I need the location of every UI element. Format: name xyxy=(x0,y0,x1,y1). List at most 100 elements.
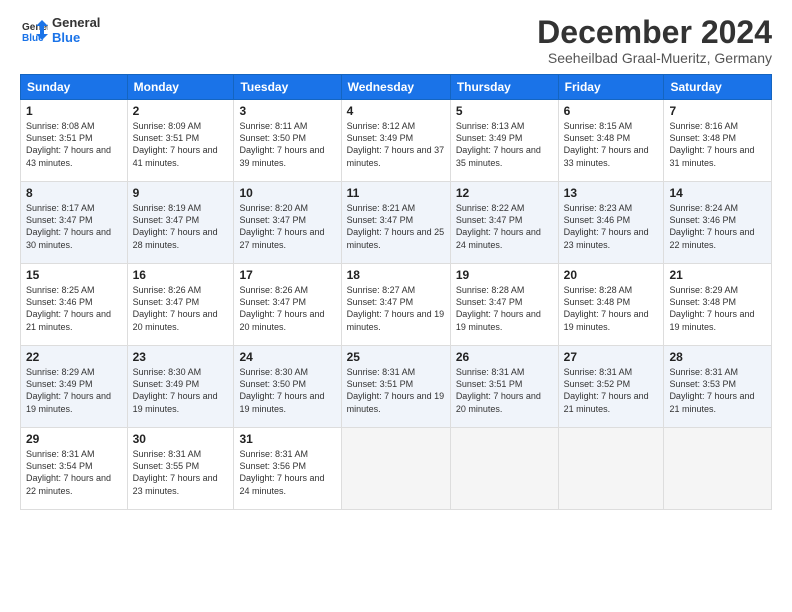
table-row: 14 Sunrise: 8:24 AMSunset: 3:46 PMDayligh… xyxy=(664,182,772,264)
calendar: Sunday Monday Tuesday Wednesday Thursday… xyxy=(20,74,772,510)
cell-content: Sunrise: 8:12 AMSunset: 3:49 PMDaylight:… xyxy=(347,120,445,169)
logo-icon: General Blue xyxy=(20,16,48,44)
day-number: 14 xyxy=(669,186,766,200)
col-sunday: Sunday xyxy=(21,75,128,100)
day-number: 15 xyxy=(26,268,122,282)
day-number: 26 xyxy=(456,350,553,364)
cell-content: Sunrise: 8:31 AMSunset: 3:56 PMDaylight:… xyxy=(239,448,335,497)
cell-content: Sunrise: 8:31 AMSunset: 3:55 PMDaylight:… xyxy=(133,448,229,497)
table-row: 15Sunrise: 8:25 AMSunset: 3:46 PMDayligh… xyxy=(21,264,128,346)
logo-blue: Blue xyxy=(52,30,100,45)
day-number: 18 xyxy=(347,268,445,282)
col-wednesday: Wednesday xyxy=(341,75,450,100)
day-number: 11 xyxy=(347,186,445,200)
table-row: 16 Sunrise: 8:26 AMSunset: 3:47 PMDayligh… xyxy=(127,264,234,346)
day-number: 22 xyxy=(26,350,122,364)
calendar-week-row: 29Sunrise: 8:31 AMSunset: 3:54 PMDayligh… xyxy=(21,428,772,510)
cell-content: Sunrise: 8:24 AMSunset: 3:46 PMDaylight:… xyxy=(669,202,766,251)
table-row: 23 Sunrise: 8:30 AMSunset: 3:49 PMDayligh… xyxy=(127,346,234,428)
cell-content: Sunrise: 8:30 AMSunset: 3:50 PMDaylight:… xyxy=(239,366,335,415)
table-row: 4 Sunrise: 8:12 AMSunset: 3:49 PMDaylight… xyxy=(341,100,450,182)
day-number: 19 xyxy=(456,268,553,282)
day-number: 25 xyxy=(347,350,445,364)
col-friday: Friday xyxy=(558,75,664,100)
cell-content: Sunrise: 8:26 AMSunset: 3:47 PMDaylight:… xyxy=(133,284,229,333)
calendar-week-row: 15Sunrise: 8:25 AMSunset: 3:46 PMDayligh… xyxy=(21,264,772,346)
calendar-week-row: 8 Sunrise: 8:17 AMSunset: 3:47 PMDaylight… xyxy=(21,182,772,264)
table-row xyxy=(558,428,664,510)
cell-content: Sunrise: 8:17 AMSunset: 3:47 PMDaylight:… xyxy=(26,202,122,251)
table-row: 7 Sunrise: 8:16 AMSunset: 3:48 PMDaylight… xyxy=(664,100,772,182)
table-row: 1Sunrise: 8:08 AMSunset: 3:51 PMDaylight… xyxy=(21,100,128,182)
table-row: 9 Sunrise: 8:19 AMSunset: 3:47 PMDaylight… xyxy=(127,182,234,264)
day-number: 10 xyxy=(239,186,335,200)
table-row xyxy=(450,428,558,510)
day-number: 7 xyxy=(669,104,766,118)
table-row xyxy=(341,428,450,510)
table-row: 30 Sunrise: 8:31 AMSunset: 3:55 PMDayligh… xyxy=(127,428,234,510)
day-number: 31 xyxy=(239,432,335,446)
day-number: 16 xyxy=(133,268,229,282)
day-number: 12 xyxy=(456,186,553,200)
day-number: 6 xyxy=(564,104,659,118)
table-row: 12 Sunrise: 8:22 AMSunset: 3:47 PMDayligh… xyxy=(450,182,558,264)
day-number: 23 xyxy=(133,350,229,364)
cell-content: Sunrise: 8:30 AMSunset: 3:49 PMDaylight:… xyxy=(133,366,229,415)
cell-content: Sunrise: 8:11 AMSunset: 3:50 PMDaylight:… xyxy=(239,120,335,169)
logo: General Blue General Blue xyxy=(20,15,100,45)
col-thursday: Thursday xyxy=(450,75,558,100)
table-row: 10Sunrise: 8:20 AMSunset: 3:47 PMDayligh… xyxy=(234,182,341,264)
cell-content: Sunrise: 8:31 AMSunset: 3:53 PMDaylight:… xyxy=(669,366,766,415)
day-number: 9 xyxy=(133,186,229,200)
day-number: 20 xyxy=(564,268,659,282)
day-number: 29 xyxy=(26,432,122,446)
calendar-header-row: Sunday Monday Tuesday Wednesday Thursday… xyxy=(21,75,772,100)
cell-content: Sunrise: 8:15 AMSunset: 3:48 PMDaylight:… xyxy=(564,120,659,169)
col-monday: Monday xyxy=(127,75,234,100)
logo-general: General xyxy=(52,15,100,30)
location: Seeheilbad Graal-Mueritz, Germany xyxy=(537,50,772,66)
cell-content: Sunrise: 8:13 AMSunset: 3:49 PMDaylight:… xyxy=(456,120,553,169)
table-row: 31 Sunrise: 8:31 AMSunset: 3:56 PMDayligh… xyxy=(234,428,341,510)
day-number: 17 xyxy=(239,268,335,282)
table-row: 28 Sunrise: 8:31 AMSunset: 3:53 PMDayligh… xyxy=(664,346,772,428)
day-number: 24 xyxy=(239,350,335,364)
table-row: 5Sunrise: 8:13 AMSunset: 3:49 PMDaylight… xyxy=(450,100,558,182)
day-number: 30 xyxy=(133,432,229,446)
cell-content: Sunrise: 8:27 AMSunset: 3:47 PMDaylight:… xyxy=(347,284,445,333)
table-row: 17Sunrise: 8:26 AMSunset: 3:47 PMDayligh… xyxy=(234,264,341,346)
table-row: 3 Sunrise: 8:11 AMSunset: 3:50 PMDaylight… xyxy=(234,100,341,182)
table-row: 27Sunrise: 8:31 AMSunset: 3:52 PMDayligh… xyxy=(558,346,664,428)
page: General Blue General Blue December 2024 … xyxy=(0,0,792,612)
month-title: December 2024 xyxy=(537,15,772,50)
day-number: 3 xyxy=(239,104,335,118)
table-row: 6 Sunrise: 8:15 AMSunset: 3:48 PMDaylight… xyxy=(558,100,664,182)
table-row xyxy=(664,428,772,510)
table-row: 25Sunrise: 8:31 AMSunset: 3:51 PMDayligh… xyxy=(341,346,450,428)
cell-content: Sunrise: 8:29 AMSunset: 3:48 PMDaylight:… xyxy=(669,284,766,333)
cell-content: Sunrise: 8:16 AMSunset: 3:48 PMDaylight:… xyxy=(669,120,766,169)
table-row: 13 Sunrise: 8:23 AMSunset: 3:46 PMDayligh… xyxy=(558,182,664,264)
day-number: 13 xyxy=(564,186,659,200)
day-number: 8 xyxy=(26,186,122,200)
day-number: 4 xyxy=(347,104,445,118)
cell-content: Sunrise: 8:28 AMSunset: 3:48 PMDaylight:… xyxy=(564,284,659,333)
calendar-week-row: 1Sunrise: 8:08 AMSunset: 3:51 PMDaylight… xyxy=(21,100,772,182)
table-row: 11Sunrise: 8:21 AMSunset: 3:47 PMDayligh… xyxy=(341,182,450,264)
cell-content: Sunrise: 8:28 AMSunset: 3:47 PMDaylight:… xyxy=(456,284,553,333)
day-number: 28 xyxy=(669,350,766,364)
table-row: 18 Sunrise: 8:27 AMSunset: 3:47 PMDayligh… xyxy=(341,264,450,346)
day-number: 2 xyxy=(133,104,229,118)
table-row: 26 Sunrise: 8:31 AMSunset: 3:51 PMDayligh… xyxy=(450,346,558,428)
logo-text: General Blue xyxy=(52,15,100,45)
cell-content: Sunrise: 8:23 AMSunset: 3:46 PMDaylight:… xyxy=(564,202,659,251)
col-tuesday: Tuesday xyxy=(234,75,341,100)
cell-content: Sunrise: 8:29 AMSunset: 3:49 PMDaylight:… xyxy=(26,366,122,415)
cell-content: Sunrise: 8:19 AMSunset: 3:47 PMDaylight:… xyxy=(133,202,229,251)
cell-content: Sunrise: 8:31 AMSunset: 3:52 PMDaylight:… xyxy=(564,366,659,415)
cell-content: Sunrise: 8:22 AMSunset: 3:47 PMDaylight:… xyxy=(456,202,553,251)
day-number: 1 xyxy=(26,104,122,118)
col-saturday: Saturday xyxy=(664,75,772,100)
cell-content: Sunrise: 8:31 AMSunset: 3:51 PMDaylight:… xyxy=(456,366,553,415)
table-row: 19 Sunrise: 8:28 AMSunset: 3:47 PMDayligh… xyxy=(450,264,558,346)
